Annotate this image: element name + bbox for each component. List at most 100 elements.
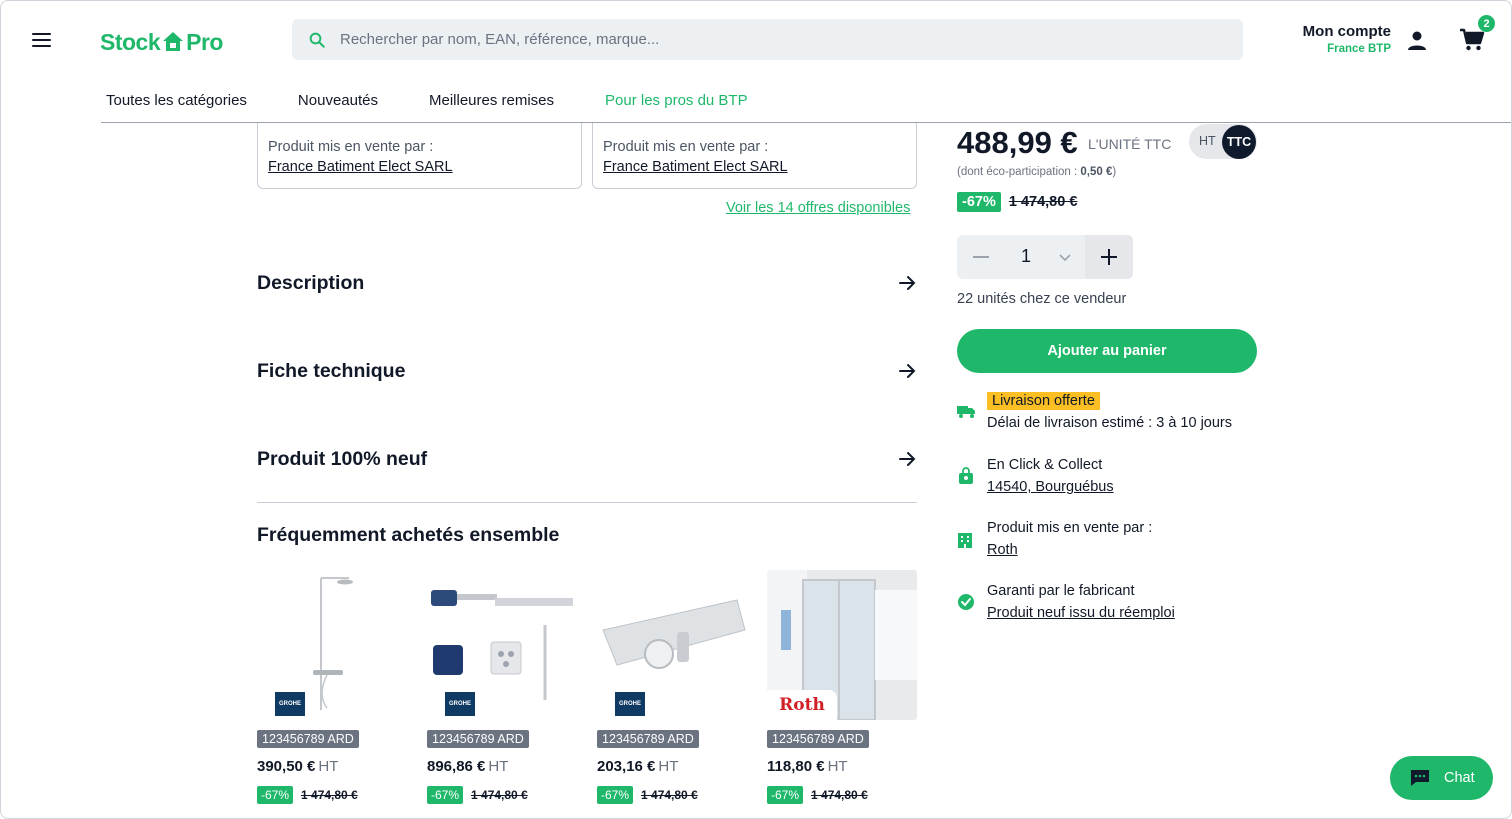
- price-value: 390,50 €: [257, 758, 316, 775]
- product-price: 203,16 € HT: [597, 758, 747, 775]
- building-icon: [958, 533, 972, 548]
- cart-count-badge: 2: [1478, 15, 1495, 32]
- price-value: 896,86 €: [427, 758, 486, 775]
- free-delivery-badge: Livraison offerte: [987, 392, 1100, 410]
- nav-pros-btp[interactable]: Pour les pros du BTP: [605, 87, 748, 122]
- main-nav: Toutes les catégories Nouveautés Meilleu…: [101, 87, 1511, 123]
- seller-offer-link[interactable]: France Batiment Elect SARL: [603, 159, 906, 175]
- shopping-bag-icon: [959, 467, 973, 484]
- main-price: 488,99 €: [957, 125, 1078, 160]
- warranty-label: Garanti par le fabricant: [987, 583, 1135, 599]
- search-input[interactable]: [340, 31, 1200, 48]
- product-image[interactable]: Roth: [767, 570, 917, 720]
- discount-badge: -67%: [427, 786, 464, 804]
- product-card[interactable]: Roth 123456789 ARD 118,80 € HT -67% 1 474,…: [767, 570, 917, 804]
- toggle-ttc[interactable]: TTC: [1222, 125, 1256, 159]
- frequently-bought-title: Fréquemment achetés ensemble: [257, 524, 560, 546]
- product-discount: -67% 1 474,80 €: [767, 786, 917, 804]
- chevron-down-icon[interactable]: [1057, 249, 1073, 265]
- all-offers-link[interactable]: Voir les 14 offres disponibles: [726, 200, 910, 216]
- house-icon: [163, 32, 184, 51]
- eco-value: 0,50 €: [1080, 166, 1113, 178]
- seller-offer-link[interactable]: France Batiment Elect SARL: [268, 159, 571, 175]
- account-link[interactable]: Mon compte France BTP: [1303, 23, 1391, 55]
- stock-info: 22 unités chez ce vendeur: [957, 291, 1127, 307]
- account-sub: France BTP: [1327, 43, 1391, 55]
- ht-ttc-toggle[interactable]: HT TTC: [1189, 124, 1257, 159]
- verified-badge-icon: [958, 594, 974, 610]
- old-price: 1 474,80 €: [641, 788, 698, 802]
- quantity-value[interactable]: 1: [1021, 246, 1031, 267]
- main-discount: -67% 1 474,80 €: [957, 192, 1077, 212]
- discount-badge: -67%: [257, 786, 294, 804]
- price-unit: L'UNITÉ TTC: [1088, 136, 1172, 152]
- delivery-info: Livraison offerte Délai de livraison est…: [957, 392, 1277, 431]
- discount-badge: -67%: [597, 786, 634, 804]
- chat-icon: [1411, 770, 1429, 786]
- old-price: 1 474,80 €: [811, 788, 868, 802]
- product-card[interactable]: GROHE 123456789 ARD 390,50 € HT -67% 1 474…: [257, 570, 407, 804]
- accordion-description[interactable]: Description: [257, 263, 917, 303]
- eco-participation: (dont éco-participation : 0,50 €): [957, 166, 1116, 178]
- quantity-stepper[interactable]: 1: [957, 235, 1133, 279]
- seller-link[interactable]: Roth: [987, 542, 1277, 558]
- product-image[interactable]: GROHE: [427, 570, 577, 720]
- nav-all-categories[interactable]: Toutes les catégories: [106, 87, 247, 122]
- arrow-right-icon: [899, 276, 916, 290]
- increase-button[interactable]: [1085, 235, 1133, 279]
- accordion-label: Fiche technique: [257, 359, 406, 382]
- price-value: 118,80 €: [767, 758, 825, 775]
- brand-logo: Roth: [767, 690, 837, 720]
- eco-label: (dont éco-participation :: [957, 166, 1081, 178]
- seller-info: Produit mis en vente par : Roth: [957, 520, 1277, 558]
- product-price: 896,86 € HT: [427, 758, 577, 775]
- account-label: Mon compte: [1302, 23, 1391, 40]
- nav-best-deals[interactable]: Meilleures remises: [429, 87, 554, 122]
- click-collect-info: En Click & Collect 14540, Bourguébus: [957, 457, 1277, 495]
- accordion-new-product[interactable]: Produit 100% neuf: [257, 439, 917, 479]
- product-card[interactable]: GROHE 123456789 ARD 203,16 € HT -67% 1 474…: [597, 570, 747, 804]
- price-ht: HT: [658, 758, 679, 775]
- discount-badge: -67%: [957, 192, 1001, 212]
- seller-offer-label: Produit mis en vente par :: [268, 139, 434, 155]
- seller-offer-card[interactable]: Produit mis en vente par : France Batime…: [257, 123, 582, 189]
- product-discount: -67% 1 474,80 €: [257, 786, 407, 804]
- delivery-time: Délai de livraison estimé : 3 à 10 jours: [987, 415, 1233, 431]
- arrow-right-icon: [899, 452, 916, 466]
- logo[interactable]: Stock Pro: [100, 27, 223, 57]
- chat-button[interactable]: Chat: [1390, 756, 1493, 800]
- brand-logo: GROHE: [445, 692, 475, 716]
- product-price: 390,50 € HT: [257, 758, 407, 775]
- click-collect-place-link[interactable]: 14540, Bourguébus: [987, 479, 1277, 495]
- product-ref: 123456789 ARD: [767, 730, 869, 748]
- search-icon: [309, 32, 325, 48]
- user-icon[interactable]: [1405, 29, 1429, 53]
- product-ref: 123456789 ARD: [427, 730, 529, 748]
- truck-icon: [957, 406, 975, 418]
- seller-offer-card[interactable]: Produit mis en vente par : France Batime…: [592, 123, 917, 189]
- logo-left: Stock: [100, 28, 161, 55]
- menu-icon[interactable]: [32, 33, 51, 47]
- nav-new[interactable]: Nouveautés: [298, 87, 378, 122]
- seller-offer-label: Produit mis en vente par :: [603, 139, 769, 155]
- warranty-link[interactable]: Produit neuf issu du réemploi: [987, 605, 1277, 621]
- warranty-info: Garanti par le fabricant Produit neuf is…: [957, 583, 1277, 621]
- add-to-cart-button[interactable]: Ajouter au panier: [957, 329, 1257, 373]
- brand-logo: GROHE: [615, 692, 645, 716]
- divider: [257, 502, 917, 503]
- product-discount: -67% 1 474,80 €: [597, 786, 747, 804]
- product-image[interactable]: GROHE: [257, 570, 407, 720]
- cart-icon[interactable]: [1459, 28, 1485, 52]
- brand-logo: GROHE: [275, 692, 305, 716]
- seller-label: Produit mis en vente par :: [987, 520, 1153, 536]
- product-card[interactable]: GROHE 123456789 ARD 896,86 € HT -67% 1 474…: [427, 570, 577, 804]
- accordion-technical-sheet[interactable]: Fiche technique: [257, 351, 917, 391]
- decrease-button[interactable]: [973, 256, 989, 258]
- click-collect-label: En Click & Collect: [987, 457, 1103, 473]
- page: Stock Pro Mon compte France BTP 2 Toutes…: [0, 0, 1512, 819]
- product-image[interactable]: GROHE: [597, 570, 747, 720]
- product-discount: -67% 1 474,80 €: [427, 786, 577, 804]
- toggle-ht[interactable]: HT: [1199, 134, 1216, 148]
- chat-label: Chat: [1444, 770, 1475, 786]
- search-bar[interactable]: [292, 19, 1243, 60]
